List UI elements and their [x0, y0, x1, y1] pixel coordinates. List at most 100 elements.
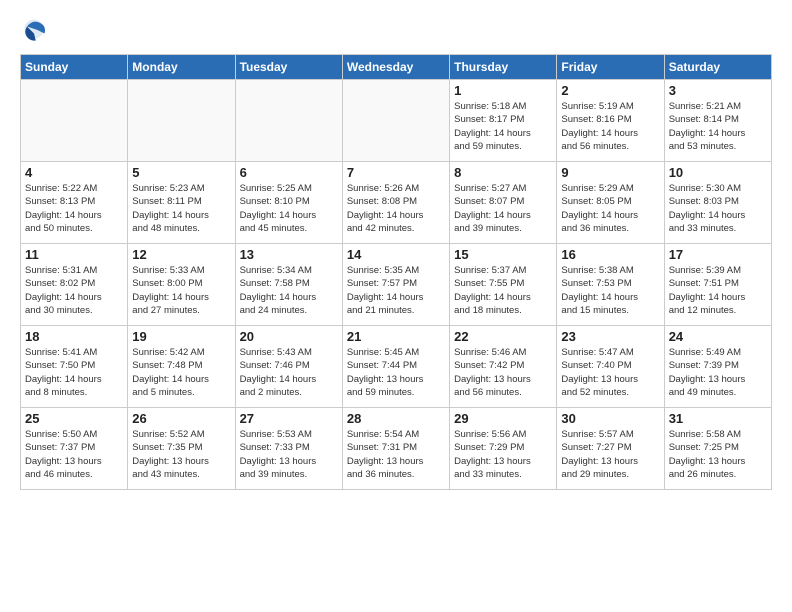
- day-info: Sunrise: 5:52 AM Sunset: 7:35 PM Dayligh…: [132, 428, 230, 481]
- calendar-cell: 13Sunrise: 5:34 AM Sunset: 7:58 PM Dayli…: [235, 244, 342, 326]
- day-number: 30: [561, 411, 659, 426]
- day-info: Sunrise: 5:42 AM Sunset: 7:48 PM Dayligh…: [132, 346, 230, 399]
- calendar-cell: 4 Sunrise: 5:22 AM Sunset: 8:13 PM Daylig…: [21, 162, 128, 244]
- day-number: 10: [669, 165, 767, 180]
- day-number: 16: [561, 247, 659, 262]
- calendar-cell: 3 Sunrise: 5:21 AM Sunset: 8:14 PM Daylig…: [664, 80, 771, 162]
- calendar-cell: 22 Sunrise: 5:46 AM Sunset: 7:42 PM Dayli…: [450, 326, 557, 408]
- calendar-cell: [235, 80, 342, 162]
- day-info: Sunrise: 5:49 AM Sunset: 7:39 PM Dayligh…: [669, 346, 767, 399]
- day-number: 17: [669, 247, 767, 262]
- calendar-cell: 17 Sunrise: 5:39 AM Sunset: 7:51 PM Dayli…: [664, 244, 771, 326]
- day-number: 27: [240, 411, 338, 426]
- calendar-cell: 1 Sunrise: 5:18 AM Sunset: 8:17 PM Daylig…: [450, 80, 557, 162]
- header: [20, 16, 772, 44]
- day-info: Sunrise: 5:43 AM Sunset: 7:46 PM Dayligh…: [240, 346, 338, 399]
- calendar-week-5: 25 Sunrise: 5:50 AM Sunset: 7:37 PM Dayli…: [21, 408, 772, 490]
- calendar-cell: 26 Sunrise: 5:52 AM Sunset: 7:35 PM Dayli…: [128, 408, 235, 490]
- calendar-header: SundayMondayTuesdayWednesdayThursdayFrid…: [21, 55, 772, 80]
- calendar-cell: 23 Sunrise: 5:47 AM Sunset: 7:40 PM Dayli…: [557, 326, 664, 408]
- calendar-cell: 10 Sunrise: 5:30 AM Sunset: 8:03 PM Dayli…: [664, 162, 771, 244]
- day-info: Sunrise: 5:29 AM Sunset: 8:05 PM Dayligh…: [561, 182, 659, 235]
- calendar-cell: 20 Sunrise: 5:43 AM Sunset: 7:46 PM Dayli…: [235, 326, 342, 408]
- calendar-cell: 11 Sunrise: 5:31 AM Sunset: 8:02 PM Dayli…: [21, 244, 128, 326]
- day-number: 4: [25, 165, 123, 180]
- day-info: Sunrise: 5:46 AM Sunset: 7:42 PM Dayligh…: [454, 346, 552, 399]
- day-info: Sunrise: 5:53 AM Sunset: 7:33 PM Dayligh…: [240, 428, 338, 481]
- calendar-cell: [128, 80, 235, 162]
- day-number: 8: [454, 165, 552, 180]
- day-info: Sunrise: 5:33 AM Sunset: 8:00 PM Dayligh…: [132, 264, 230, 317]
- day-number: 14: [347, 247, 445, 262]
- day-info: Sunrise: 5:27 AM Sunset: 8:07 PM Dayligh…: [454, 182, 552, 235]
- day-number: 29: [454, 411, 552, 426]
- weekday-header-sunday: Sunday: [21, 55, 128, 80]
- day-number: 11: [25, 247, 123, 262]
- calendar-cell: 8 Sunrise: 5:27 AM Sunset: 8:07 PM Daylig…: [450, 162, 557, 244]
- day-number: 19: [132, 329, 230, 344]
- calendar-week-1: 1 Sunrise: 5:18 AM Sunset: 8:17 PM Daylig…: [21, 80, 772, 162]
- calendar-cell: 25 Sunrise: 5:50 AM Sunset: 7:37 PM Dayli…: [21, 408, 128, 490]
- calendar-table: SundayMondayTuesdayWednesdayThursdayFrid…: [20, 54, 772, 490]
- day-number: 15: [454, 247, 552, 262]
- day-number: 18: [25, 329, 123, 344]
- day-number: 26: [132, 411, 230, 426]
- calendar-cell: 28 Sunrise: 5:54 AM Sunset: 7:31 PM Dayli…: [342, 408, 449, 490]
- day-number: 22: [454, 329, 552, 344]
- day-info: Sunrise: 5:31 AM Sunset: 8:02 PM Dayligh…: [25, 264, 123, 317]
- day-number: 24: [669, 329, 767, 344]
- calendar-cell: 18 Sunrise: 5:41 AM Sunset: 7:50 PM Dayli…: [21, 326, 128, 408]
- day-info: Sunrise: 5:57 AM Sunset: 7:27 PM Dayligh…: [561, 428, 659, 481]
- weekday-header-wednesday: Wednesday: [342, 55, 449, 80]
- day-number: 28: [347, 411, 445, 426]
- day-info: Sunrise: 5:34 AM Sunset: 7:58 PM Dayligh…: [240, 264, 338, 317]
- day-number: 9: [561, 165, 659, 180]
- logo: [20, 16, 52, 44]
- calendar-cell: [342, 80, 449, 162]
- day-number: 31: [669, 411, 767, 426]
- calendar-cell: 31 Sunrise: 5:58 AM Sunset: 7:25 PM Dayli…: [664, 408, 771, 490]
- day-number: 21: [347, 329, 445, 344]
- calendar-week-4: 18 Sunrise: 5:41 AM Sunset: 7:50 PM Dayli…: [21, 326, 772, 408]
- calendar-cell: 19 Sunrise: 5:42 AM Sunset: 7:48 PM Dayli…: [128, 326, 235, 408]
- day-info: Sunrise: 5:21 AM Sunset: 8:14 PM Dayligh…: [669, 100, 767, 153]
- calendar-week-2: 4 Sunrise: 5:22 AM Sunset: 8:13 PM Daylig…: [21, 162, 772, 244]
- calendar-cell: 7 Sunrise: 5:26 AM Sunset: 8:08 PM Daylig…: [342, 162, 449, 244]
- day-number: 20: [240, 329, 338, 344]
- day-info: Sunrise: 5:18 AM Sunset: 8:17 PM Dayligh…: [454, 100, 552, 153]
- weekday-header-friday: Friday: [557, 55, 664, 80]
- day-info: Sunrise: 5:47 AM Sunset: 7:40 PM Dayligh…: [561, 346, 659, 399]
- day-info: Sunrise: 5:38 AM Sunset: 7:53 PM Dayligh…: [561, 264, 659, 317]
- day-number: 23: [561, 329, 659, 344]
- calendar-cell: 16 Sunrise: 5:38 AM Sunset: 7:53 PM Dayli…: [557, 244, 664, 326]
- day-number: 12: [132, 247, 230, 262]
- day-info: Sunrise: 5:25 AM Sunset: 8:10 PM Dayligh…: [240, 182, 338, 235]
- day-number: 7: [347, 165, 445, 180]
- calendar-cell: [21, 80, 128, 162]
- calendar-week-3: 11 Sunrise: 5:31 AM Sunset: 8:02 PM Dayli…: [21, 244, 772, 326]
- calendar-cell: 2Sunrise: 5:19 AM Sunset: 8:16 PM Daylig…: [557, 80, 664, 162]
- page: SundayMondayTuesdayWednesdayThursdayFrid…: [0, 0, 792, 612]
- day-info: Sunrise: 5:50 AM Sunset: 7:37 PM Dayligh…: [25, 428, 123, 481]
- day-info: Sunrise: 5:26 AM Sunset: 8:08 PM Dayligh…: [347, 182, 445, 235]
- day-info: Sunrise: 5:30 AM Sunset: 8:03 PM Dayligh…: [669, 182, 767, 235]
- day-number: 6: [240, 165, 338, 180]
- day-number: 25: [25, 411, 123, 426]
- day-info: Sunrise: 5:54 AM Sunset: 7:31 PM Dayligh…: [347, 428, 445, 481]
- day-info: Sunrise: 5:22 AM Sunset: 8:13 PM Dayligh…: [25, 182, 123, 235]
- day-number: 5: [132, 165, 230, 180]
- day-info: Sunrise: 5:56 AM Sunset: 7:29 PM Dayligh…: [454, 428, 552, 481]
- day-info: Sunrise: 5:45 AM Sunset: 7:44 PM Dayligh…: [347, 346, 445, 399]
- day-info: Sunrise: 5:41 AM Sunset: 7:50 PM Dayligh…: [25, 346, 123, 399]
- day-info: Sunrise: 5:37 AM Sunset: 7:55 PM Dayligh…: [454, 264, 552, 317]
- day-number: 2: [561, 83, 659, 98]
- weekday-header-thursday: Thursday: [450, 55, 557, 80]
- day-number: 3: [669, 83, 767, 98]
- day-info: Sunrise: 5:35 AM Sunset: 7:57 PM Dayligh…: [347, 264, 445, 317]
- calendar-cell: 30 Sunrise: 5:57 AM Sunset: 7:27 PM Dayli…: [557, 408, 664, 490]
- calendar-cell: 6 Sunrise: 5:25 AM Sunset: 8:10 PM Daylig…: [235, 162, 342, 244]
- weekday-header-row: SundayMondayTuesdayWednesdayThursdayFrid…: [21, 55, 772, 80]
- day-info: Sunrise: 5:58 AM Sunset: 7:25 PM Dayligh…: [669, 428, 767, 481]
- day-number: 1: [454, 83, 552, 98]
- day-info: Sunrise: 5:39 AM Sunset: 7:51 PM Dayligh…: [669, 264, 767, 317]
